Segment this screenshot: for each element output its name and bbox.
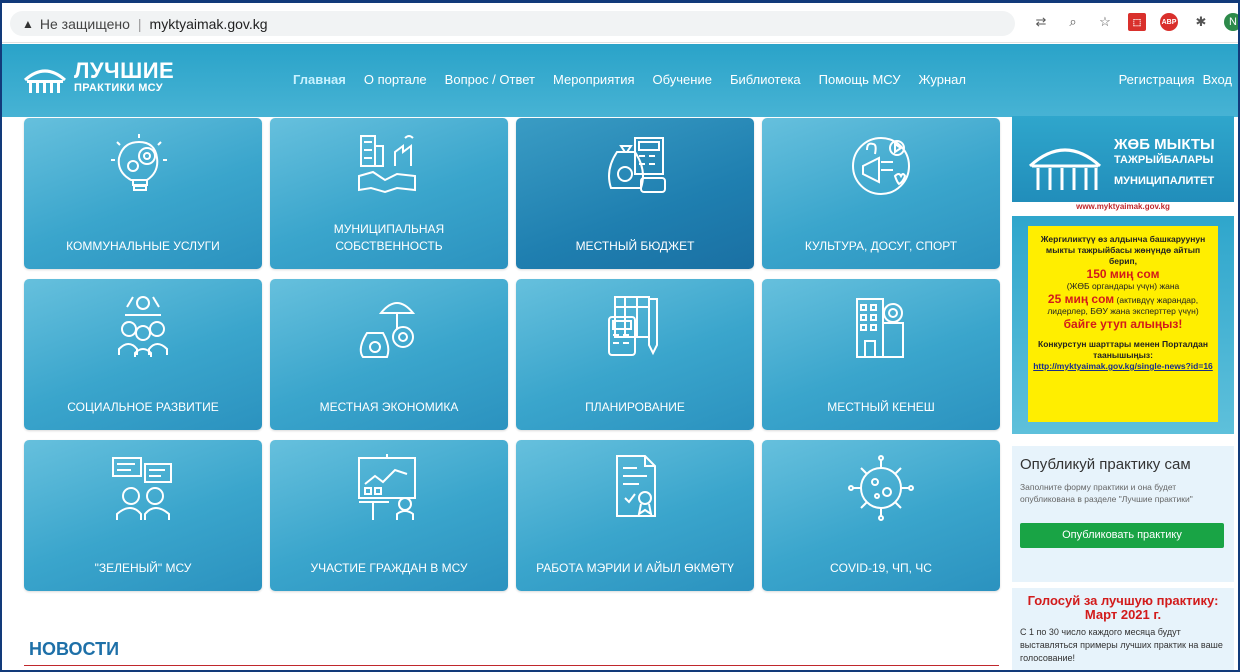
handshake-buildings-icon <box>358 135 416 194</box>
address-bar[interactable]: ▲ Не защищено | myktyaimak.gov.kg <box>10 11 1015 36</box>
nav-training[interactable]: Обучение <box>653 72 712 87</box>
category-tile-planning[interactable]: ПЛАНИРОВАНИЕ <box>516 279 754 430</box>
megaphone-icon <box>852 137 910 195</box>
vote-text: С 1 по 30 число каждого месяца будут выс… <box>1020 627 1223 663</box>
certificate-icon <box>616 455 656 517</box>
tile-label: УЧАСТИЕ ГРАЖДАН В МСУ <box>310 561 468 575</box>
url-separator: | <box>137 15 142 32</box>
pdf-icon[interactable]: ⬚ <box>1128 13 1146 31</box>
tile-label: "ЗЕЛЕНЫЙ" МСУ <box>94 561 192 575</box>
contest-conditions: Конкурстун шарттары менен Порталдан таан… <box>1038 339 1208 360</box>
category-tile-participation[interactable]: УЧАСТИЕ ГРАЖДАН В МСУ <box>270 440 508 591</box>
star-icon[interactable]: ☆ <box>1096 13 1114 31</box>
site-header: ЛУЧШИЕ ПРАКТИКИ МСУ Главная О портале Во… <box>2 44 1238 117</box>
contest-link[interactable]: http://myktyaimak.gov.kg/single-news?id=… <box>1032 361 1214 372</box>
nav-help[interactable]: Помощь МСУ <box>819 72 901 87</box>
site-logo[interactable]: ЛУЧШИЕ ПРАКТИКИ МСУ <box>22 60 174 94</box>
dome-logo-icon <box>1028 148 1102 190</box>
register-link[interactable]: Регистрация <box>1119 72 1195 87</box>
umbrella-money-icon <box>359 302 416 358</box>
tile-label: МЕСТНЫЙ БЮДЖЕТ <box>575 239 695 253</box>
publish-practice-panel: Опубликуй практику сам Заполните форму п… <box>1012 446 1234 582</box>
contest-banner[interactable]: Жергиликтүү өз алдынча башкаруунун мыкты… <box>1012 216 1234 434</box>
nav-library[interactable]: Библиотека <box>730 72 801 87</box>
category-tile-covid[interactable]: COVID-19, ЧП, ЧС <box>762 440 1000 591</box>
contest-prize-1-note: (ЖӨБ органдары үчүн) жана <box>1066 281 1180 291</box>
calculator-plan-icon <box>608 296 658 356</box>
tile-label: МУНИЦИПАЛЬНАЯ СОБСТВЕННОСТЬ <box>333 222 445 253</box>
news-divider <box>24 665 999 666</box>
publish-text: Заполните форму практики и она будет опу… <box>1020 482 1193 504</box>
contest-prize-1: 150 миң сом <box>1086 267 1160 281</box>
tile-label: МЕСТНЫЙ КЕНЕШ <box>827 400 935 414</box>
publish-button[interactable]: Опубликовать практику <box>1020 523 1224 548</box>
tile-label: ПЛАНИРОВАНИЕ <box>585 400 685 414</box>
banner-title: ЖӨБ МЫКТЫ <box>1114 136 1215 153</box>
tile-label: КОММУНАЛЬНЫЕ УСЛУГИ <box>66 239 220 253</box>
contest-announcement: Жергиликтүү өз алдынча башкаруунун мыкты… <box>1028 226 1218 422</box>
tile-label: КУЛЬТУРА, ДОСУГ, СПОРТ <box>804 239 958 253</box>
category-tile-kenesh[interactable]: МЕСТНЫЙ КЕНЕШ <box>762 279 1000 430</box>
tile-label: РАБОТА МЭРИИ И АЙЫЛ ӨКМӨТҮ <box>536 561 734 575</box>
money-bag-calculator-icon <box>608 137 666 193</box>
browser-extension-icons: ⇄ ⌕ ☆ ⬚ ABP ✱ N <box>1032 13 1238 31</box>
login-link[interactable]: Вход <box>1203 72 1232 87</box>
people-network-icon <box>118 296 168 357</box>
browser-toolbar: ▲ Не защищено | myktyaimak.gov.kg ⇄ ⌕ ☆ … <box>2 3 1238 43</box>
logo-subtitle: ПРАКТИКИ МСУ <box>74 82 163 94</box>
puzzle-icon[interactable]: ✱ <box>1192 13 1210 31</box>
news-heading: НОВОСТИ <box>29 639 120 659</box>
category-tile-property[interactable]: МУНИЦИПАЛЬНАЯ СОБСТВЕННОСТЬ <box>270 118 508 269</box>
zoom-icon[interactable]: ⌕ <box>1064 13 1082 31</box>
adblock-icon[interactable]: ABP <box>1160 13 1178 31</box>
warning-icon: ▲ <box>22 16 34 31</box>
vote-panel: Голосуй за лучшую практику: Март 2021 г.… <box>1012 588 1234 670</box>
banner-subtitle: ТАЖРЫЙБАЛАРЫ <box>1114 154 1214 166</box>
nav-journal[interactable]: Журнал <box>919 72 966 87</box>
auth-nav: Регистрация Вход <box>1119 72 1232 87</box>
tile-label: МЕСТНАЯ ЭКОНОМИКА <box>319 400 459 414</box>
category-tile-social[interactable]: СОЦИАЛЬНОЕ РАЗВИТИЕ <box>24 279 262 430</box>
category-tile-green[interactable]: "ЗЕЛЕНЫЙ" МСУ <box>24 440 262 591</box>
main-nav: Главная О портале Вопрос / Ответ Меропри… <box>293 72 984 87</box>
category-tile-mayor[interactable]: РАБОТА МЭРИИ И АЙЫЛ ӨКМӨТҮ <box>516 440 754 591</box>
people-chat-icon <box>112 457 172 520</box>
lightbulb-gears-icon <box>111 134 167 191</box>
insecure-label: Не защищено <box>39 15 130 32</box>
category-tile-budget[interactable]: МЕСТНЫЙ БЮДЖЕТ <box>516 118 754 269</box>
category-tile-economy[interactable]: МЕСТНАЯ ЭКОНОМИКА <box>270 279 508 430</box>
publish-heading: Опубликуй практику сам <box>1020 456 1191 473</box>
contest-cta: байге утуп алыңыз! <box>1063 317 1183 331</box>
translate-icon[interactable]: ⇄ <box>1032 13 1050 31</box>
building-award-icon <box>856 298 904 358</box>
nav-about[interactable]: О портале <box>364 72 427 87</box>
tile-label: СОЦИАЛЬНОЕ РАЗВИТИЕ <box>67 400 219 414</box>
logo-title: ЛУЧШИЕ <box>74 58 175 83</box>
category-tile-communal[interactable]: КОММУНАЛЬНЫЕ УСЛУГИ <box>24 118 262 269</box>
nav-events[interactable]: Мероприятия <box>553 72 635 87</box>
url-host: myktyaimak.gov.kg <box>149 15 268 32</box>
contest-banner-logo[interactable]: ЖӨБ МЫКТЫ ТАЖРЫЙБАЛАРЫ МУНИЦИПАЛИТЕТ www… <box>1012 116 1234 214</box>
contest-prize-2: 25 миң сом <box>1047 292 1115 306</box>
contest-intro: Жергиликтүү өз алдынча башкаруунун мыкты… <box>1040 234 1206 266</box>
presentation-icon <box>358 454 416 520</box>
browser-window: ▲ Не защищено | myktyaimak.gov.kg ⇄ ⌕ ☆ … <box>0 0 1240 672</box>
banner-municipality: МУНИЦИПАЛИТЕТ <box>1114 175 1215 187</box>
profile-avatar[interactable]: N <box>1224 13 1238 31</box>
banner-url: www.myktyaimak.gov.kg <box>1012 202 1234 214</box>
category-tile-culture[interactable]: КУЛЬТУРА, ДОСУГ, СПОРТ <box>762 118 1000 269</box>
vote-heading: Голосуй за лучшую практику: Март 2021 г. <box>1027 593 1219 622</box>
dome-logo-icon <box>23 69 67 93</box>
nav-home[interactable]: Главная <box>293 72 346 87</box>
nav-faq[interactable]: Вопрос / Ответ <box>445 72 535 87</box>
tile-label: COVID-19, ЧП, ЧС <box>830 561 932 575</box>
virus-icon <box>848 455 914 521</box>
